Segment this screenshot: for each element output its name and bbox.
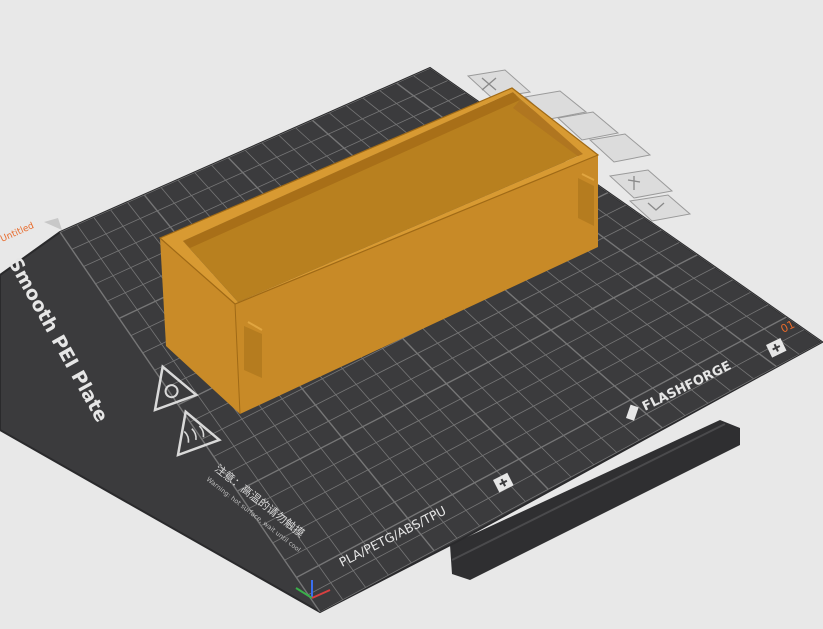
3d-viewport[interactable]: Untitled Smooth PEI Plate 注意：高温的请勿触摸 War…: [0, 0, 823, 625]
box-tab-left: [244, 326, 262, 378]
box-tab-right: [578, 178, 594, 226]
